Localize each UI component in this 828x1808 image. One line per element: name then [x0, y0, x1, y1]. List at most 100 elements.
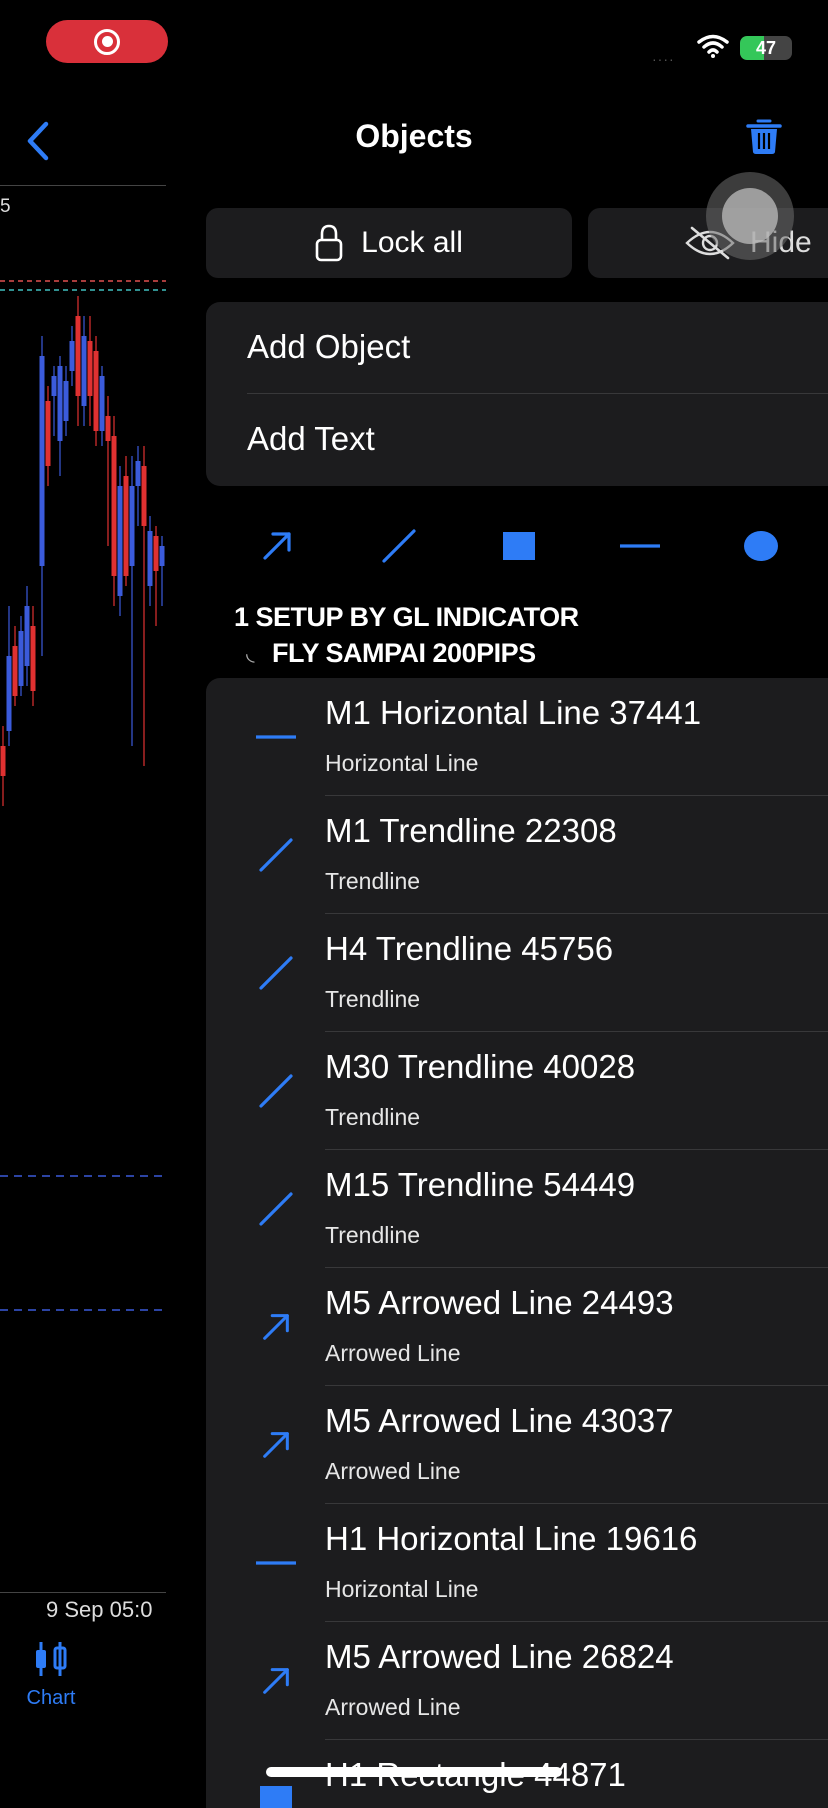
object-type: Horizontal Line: [325, 750, 479, 776]
delete-all-button[interactable]: [746, 118, 782, 161]
lock-icon: [315, 224, 343, 262]
trendline-icon: [248, 948, 304, 998]
candle-body: [81, 336, 87, 406]
add-text-item[interactable]: Add Text: [247, 420, 375, 458]
list-item[interactable]: H1 Horizontal Line 19616 Horizontal Line: [206, 1504, 828, 1622]
horizontal-line-icon: [248, 712, 304, 762]
screen-recording-indicator[interactable]: [46, 20, 168, 63]
battery-icon: 47: [740, 36, 792, 60]
tool-arrowed-line[interactable]: [249, 518, 305, 574]
list-item[interactable]: M1 Trendline 22308 Trendline: [206, 796, 828, 914]
chevron-left-icon: [27, 121, 49, 161]
chart-bottom-divider: [0, 1592, 166, 1593]
assistive-touch-button[interactable]: [706, 172, 794, 260]
arrowed-line-icon: [248, 1656, 304, 1706]
candle-body: [147, 531, 153, 586]
tab-chart[interactable]: Chart: [14, 1640, 88, 1710]
lock-all-label: Lock all: [361, 226, 463, 259]
candle-body: [24, 606, 30, 666]
tool-trendline[interactable]: [371, 518, 427, 574]
list-item[interactable]: M1 Horizontal Line 37441 Horizontal Line: [206, 678, 828, 796]
candle-body: [0, 746, 6, 776]
list-item[interactable]: M5 Arrowed Line 24493 Arrowed Line: [206, 1268, 828, 1386]
object-title: M5 Arrowed Line 26824: [325, 1638, 674, 1675]
object-title: M30 Trendline 40028: [325, 1048, 636, 1085]
wifi-icon: [697, 34, 729, 63]
candle-body: [18, 631, 24, 686]
candle-body: [87, 341, 93, 396]
candle-body: [141, 466, 147, 526]
object-type: Trendline: [325, 986, 421, 1012]
tool-horizontal-line[interactable]: [612, 518, 668, 574]
candle-body: [39, 356, 45, 566]
loading-spinner-icon: ◟: [246, 640, 255, 665]
page-title: Objects: [355, 118, 473, 154]
candle-body: [99, 376, 105, 431]
candlestick-chart: [0, 280, 166, 1311]
add-menu: Add Object Add Text: [206, 302, 828, 486]
candle-body: [51, 376, 57, 396]
candle-body: [45, 401, 51, 466]
object-type: Trendline: [325, 1222, 421, 1248]
object-type: Arrowed Line: [325, 1458, 461, 1484]
objects-list: M1 Horizontal Line 37441 Horizontal Line M…: [206, 678, 828, 1808]
rectangle-icon: [503, 532, 535, 560]
list-item[interactable]: M15 Trendline 54449 Trendline: [206, 1150, 828, 1268]
list-item[interactable]: H4 Trendline 45756 Trendline: [206, 914, 828, 1032]
tool-ellipse[interactable]: [733, 518, 789, 574]
object-title: M1 Trendline 22308: [325, 812, 617, 849]
add-object-item[interactable]: Add Object: [247, 328, 410, 366]
arrowed-line-icon: [263, 532, 291, 560]
object-title: M5 Arrowed Line 43037: [325, 1402, 674, 1439]
divider: [247, 393, 828, 394]
horizontal-line-icon: [248, 1538, 304, 1588]
candle-body: [12, 646, 18, 696]
list-item[interactable]: M5 Arrowed Line 43037 Arrowed Line: [206, 1386, 828, 1504]
candle-body: [75, 316, 81, 396]
trendline-icon: [248, 1184, 304, 1234]
object-title: M15 Trendline 54449: [325, 1166, 636, 1203]
candle-body: [135, 461, 141, 486]
list-item[interactable]: M5 Arrowed Line 26824 Arrowed Line: [206, 1622, 828, 1740]
candle-body: [93, 351, 99, 431]
candle-body: [63, 381, 69, 421]
candle-body: [105, 416, 111, 441]
candle-body: [153, 536, 159, 571]
candle-body: [129, 486, 135, 566]
object-title: H1 Horizontal Line 19616: [325, 1520, 698, 1557]
arrowed-line-icon: [248, 1302, 304, 1352]
price-chart[interactable]: [0, 186, 166, 1592]
trendline-icon: [248, 830, 304, 880]
battery-percent: 47: [755, 38, 777, 58]
lock-all-button[interactable]: Lock all: [206, 208, 572, 278]
cellular-signal-icon: ····: [652, 51, 675, 67]
trendline-icon: [248, 1066, 304, 1116]
trendline-icon: [382, 529, 416, 563]
candle-body: [117, 486, 123, 596]
candle-body: [159, 546, 165, 566]
list-item[interactable]: M30 Trendline 40028 Trendline: [206, 1032, 828, 1150]
tab-chart-label: Chart: [26, 1687, 76, 1709]
object-title: M1 Horizontal Line 37441: [325, 694, 702, 731]
candle-body: [30, 626, 36, 691]
object-type: Horizontal Line: [325, 1576, 479, 1602]
back-button[interactable]: [24, 120, 52, 167]
object-type: Trendline: [325, 868, 421, 894]
candle-body: [111, 436, 117, 576]
object-type: Trendline: [325, 1104, 421, 1130]
object-type: Arrowed Line: [325, 1340, 461, 1366]
candle-body: [69, 341, 75, 371]
candle-body: [123, 476, 129, 576]
object-title: H4 Trendline 45756: [325, 930, 614, 967]
chart-overlay-text: 1 SETUP BY GL INDICATOR: [234, 602, 579, 632]
rectangle-icon: [248, 1774, 304, 1808]
candle-body: [57, 366, 63, 441]
home-indicator: [266, 1767, 562, 1777]
object-title: M5 Arrowed Line 24493: [325, 1284, 674, 1321]
candlestick-icon: [36, 1642, 67, 1676]
tool-rectangle[interactable]: [491, 518, 547, 574]
ellipse-icon: [744, 531, 778, 561]
arrowed-line-icon: [248, 1420, 304, 1470]
time-axis-label: 9 Sep 05:0: [46, 1597, 153, 1622]
chart-overlay-text: FLY SAMPAI 200PIPS: [272, 638, 536, 668]
